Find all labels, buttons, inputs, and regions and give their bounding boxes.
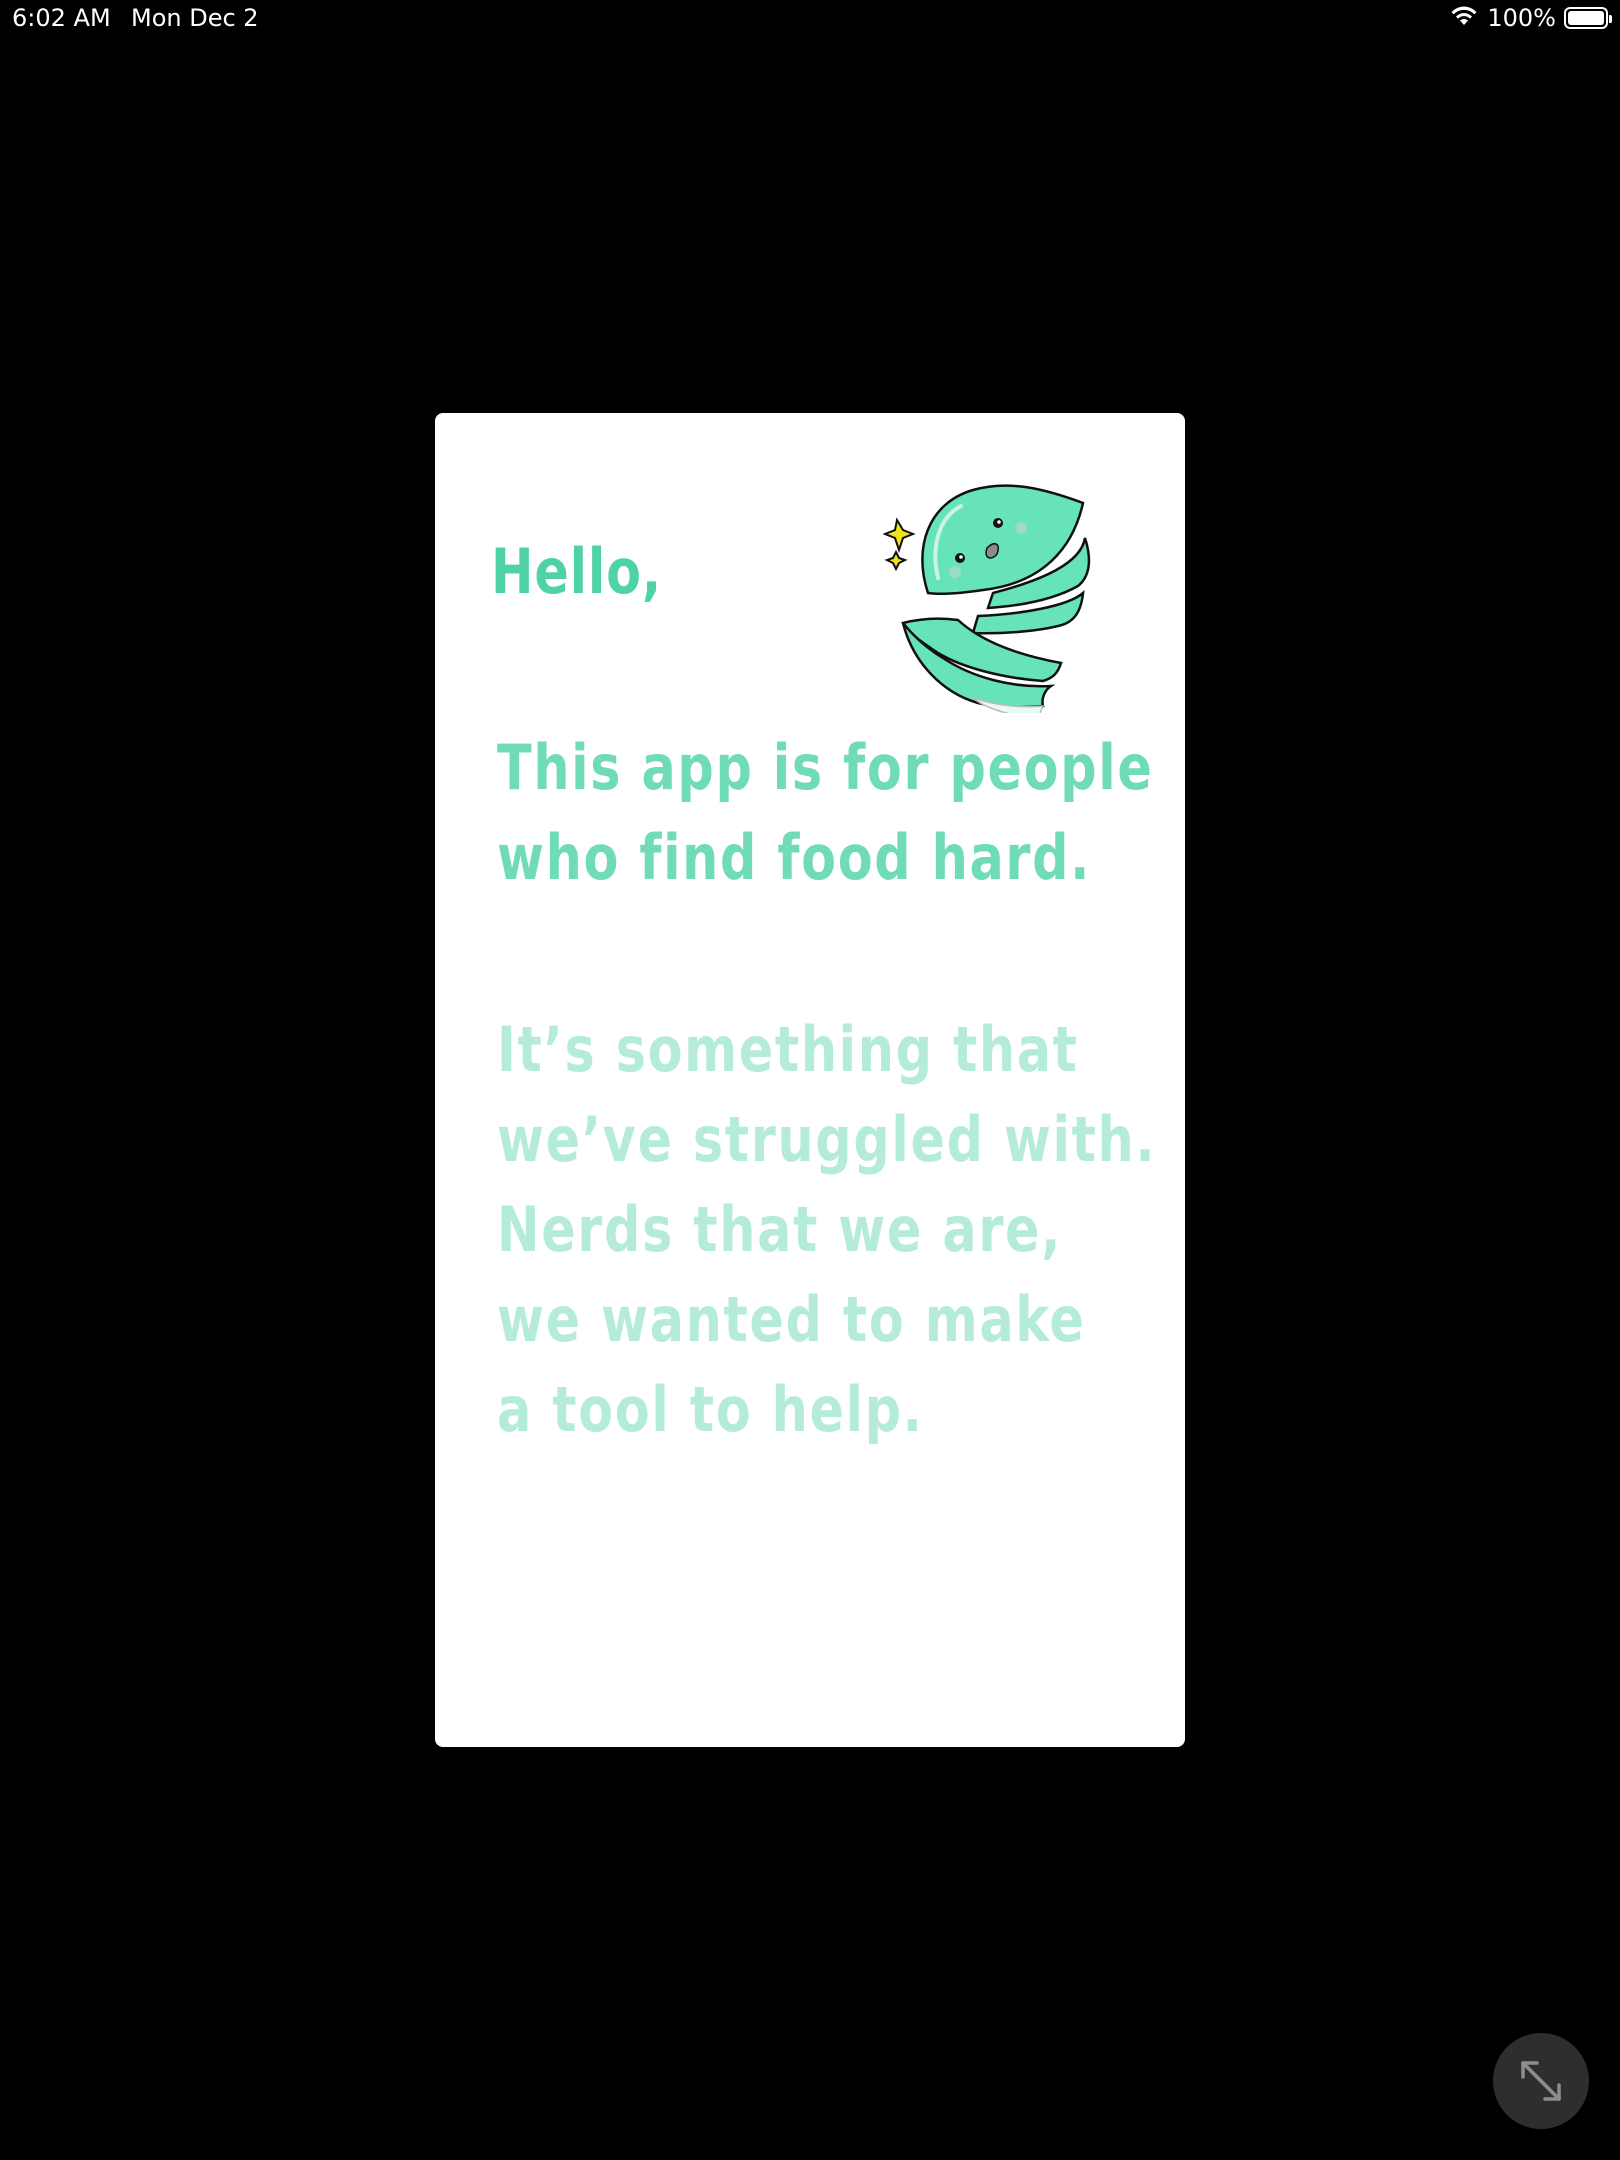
onboarding-card: Hello, This app is for people who find f…	[435, 413, 1185, 1747]
story-paragraph: It’s something that we’ve struggled with…	[497, 1005, 1156, 1455]
status-time: 6:02 AM	[12, 4, 111, 32]
status-indicators: 100%	[1449, 4, 1612, 32]
status-bar: 6:02 AM Mon Dec 2 100%	[0, 0, 1620, 40]
battery-percent: 100%	[1487, 4, 1556, 32]
intro-line: who find food hard.	[497, 821, 1092, 894]
status-date: Mon Dec 2	[131, 4, 259, 32]
intro-paragraph: This app is for people who find food har…	[497, 723, 1153, 903]
wifi-icon	[1449, 4, 1479, 32]
expand-button[interactable]	[1493, 2033, 1589, 2129]
greeting-heading: Hello,	[491, 535, 663, 608]
story-line: we’ve struggled with.	[497, 1103, 1157, 1176]
story-line: we wanted to make	[497, 1283, 1086, 1356]
mascot-illustration	[883, 484, 1091, 713]
story-line: It’s something that	[497, 1013, 1079, 1086]
story-line: Nerds that we are,	[497, 1193, 1063, 1266]
expand-arrows-icon	[1521, 2061, 1561, 2101]
intro-line: This app is for people	[497, 731, 1154, 804]
story-line: a tool to help.	[497, 1373, 924, 1446]
battery-icon	[1564, 7, 1612, 29]
